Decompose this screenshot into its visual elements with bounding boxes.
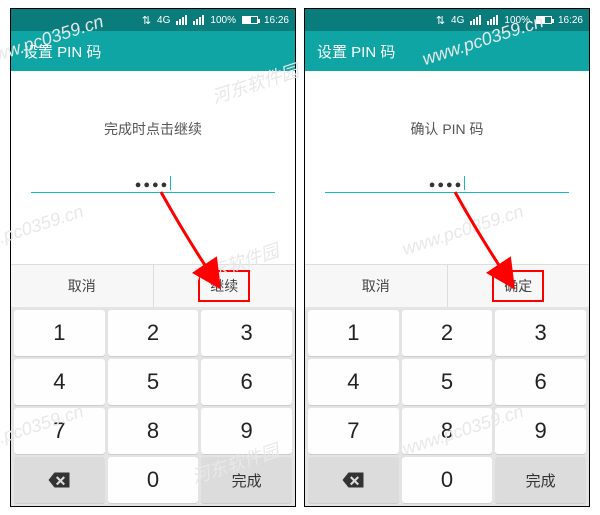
signal-icon: [176, 15, 187, 25]
status-bar: ⇅ 4G 100% 16:26: [11, 9, 295, 31]
page-title: 设置 PIN 码: [305, 31, 589, 71]
clock: 16:26: [558, 15, 583, 26]
key-6[interactable]: 6: [495, 359, 586, 405]
key-backspace[interactable]: [308, 457, 399, 503]
wifi-icon: ⇅: [436, 14, 445, 27]
battery-pct: 100%: [504, 15, 530, 26]
cancel-button[interactable]: 取消: [305, 265, 447, 307]
network-label: 4G: [451, 15, 464, 26]
key-done[interactable]: 完成: [495, 457, 586, 503]
text-cursor: [464, 176, 465, 190]
key-0[interactable]: 0: [402, 457, 493, 503]
key-6[interactable]: 6: [201, 359, 292, 405]
instruction-text: 完成时点击继续: [104, 119, 202, 139]
key-8[interactable]: 8: [108, 408, 199, 454]
key-3[interactable]: 3: [495, 310, 586, 356]
battery-icon: [536, 16, 552, 24]
key-5[interactable]: 5: [108, 359, 199, 405]
status-bar: ⇅ 4G 100% 16:26: [305, 9, 589, 31]
key-1[interactable]: 1: [308, 310, 399, 356]
key-9[interactable]: 9: [201, 408, 292, 454]
key-5[interactable]: 5: [402, 359, 493, 405]
key-2[interactable]: 2: [402, 310, 493, 356]
numeric-keypad: 1 2 3 4 5 6 7 8 9 0 完成: [11, 307, 295, 506]
backspace-icon: [340, 471, 366, 489]
key-4[interactable]: 4: [14, 359, 105, 405]
clock: 16:26: [264, 15, 289, 26]
confirm-button[interactable]: 确定: [447, 265, 590, 307]
key-1[interactable]: 1: [14, 310, 105, 356]
continue-label: 继续: [210, 278, 238, 294]
signal-icon: [193, 15, 204, 25]
page-title: 设置 PIN 码: [11, 31, 295, 71]
numeric-keypad: 1 2 3 4 5 6 7 8 9 0 完成: [305, 307, 589, 506]
key-done[interactable]: 完成: [201, 457, 292, 503]
battery-pct: 100%: [210, 15, 236, 26]
instruction-text: 确认 PIN 码: [410, 119, 483, 139]
pin-input[interactable]: ●●●●: [325, 173, 569, 193]
key-3[interactable]: 3: [201, 310, 292, 356]
backspace-icon: [46, 471, 72, 489]
pin-input[interactable]: ●●●●: [31, 173, 275, 193]
screenshot-right: ⇅ 4G 100% 16:26 设置 PIN 码 确认 PIN 码 ●●●● 取…: [304, 8, 590, 507]
key-2[interactable]: 2: [108, 310, 199, 356]
key-7[interactable]: 7: [308, 408, 399, 454]
wifi-icon: ⇅: [142, 14, 151, 27]
battery-icon: [242, 16, 258, 24]
screenshot-left: ⇅ 4G 100% 16:26 设置 PIN 码 完成时点击继续 ●●●● 取消…: [10, 8, 296, 507]
cancel-button[interactable]: 取消: [11, 265, 153, 307]
signal-icon: [487, 15, 498, 25]
continue-button[interactable]: 继续: [153, 265, 296, 307]
pin-dots: ●●●●: [429, 179, 464, 191]
confirm-label: 确定: [504, 278, 532, 294]
signal-icon: [470, 15, 481, 25]
key-4[interactable]: 4: [308, 359, 399, 405]
network-label: 4G: [157, 15, 170, 26]
text-cursor: [170, 176, 171, 190]
key-backspace[interactable]: [14, 457, 105, 503]
key-8[interactable]: 8: [402, 408, 493, 454]
key-0[interactable]: 0: [108, 457, 199, 503]
pin-dots: ●●●●: [135, 179, 170, 191]
key-9[interactable]: 9: [495, 408, 586, 454]
key-7[interactable]: 7: [14, 408, 105, 454]
